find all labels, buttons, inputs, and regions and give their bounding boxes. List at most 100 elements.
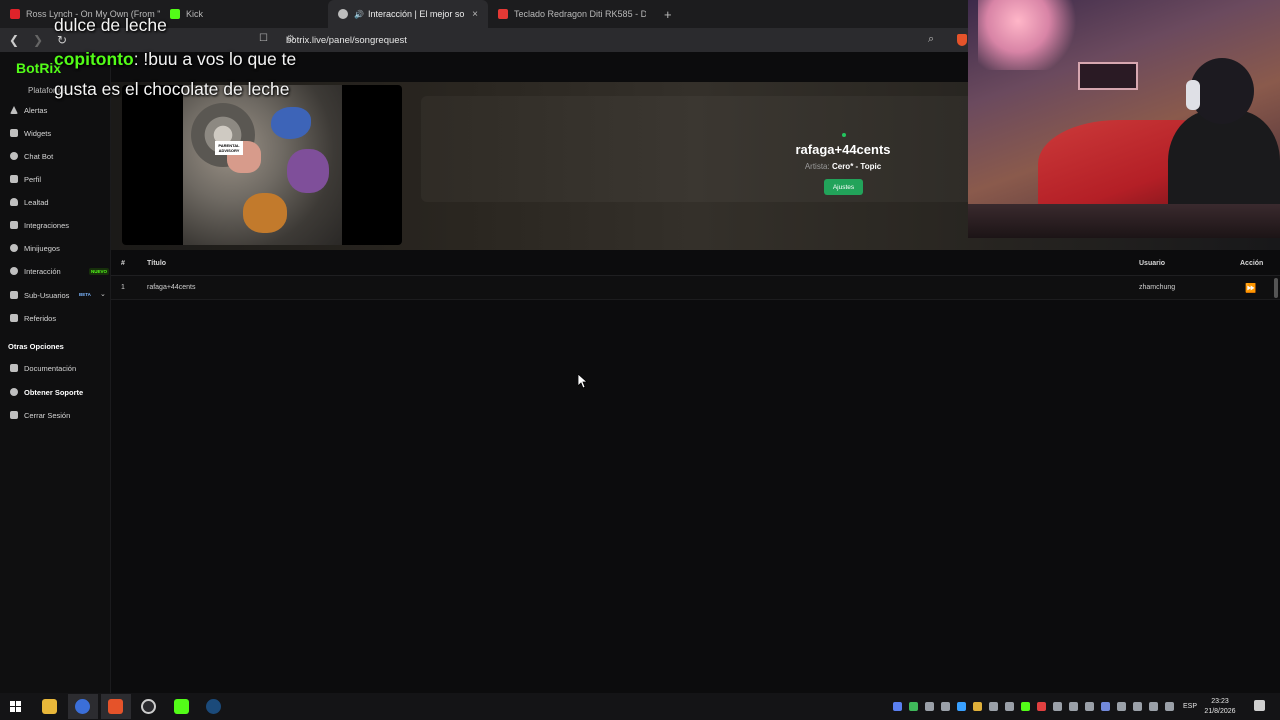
tray-app-icon[interactable] — [989, 702, 998, 711]
chat-text: gusta es el chocolate de leche — [54, 79, 290, 99]
parental-advisory-label: PARENTAL ADVISORY — [215, 141, 243, 155]
tray-app-icon[interactable] — [925, 702, 934, 711]
tray-app-icon[interactable] — [909, 702, 918, 711]
tray-app-icon[interactable] — [1085, 702, 1094, 711]
discord-icon[interactable] — [1101, 702, 1110, 711]
notifications-icon[interactable] — [1254, 700, 1265, 711]
webcam-overlay — [968, 0, 1280, 238]
sidebar-item-integraciones[interactable]: Integraciones — [0, 215, 111, 235]
tray-app-icon[interactable] — [941, 702, 950, 711]
sidebar-item-label: Integraciones — [24, 220, 70, 230]
kick-app-icon[interactable] — [174, 699, 189, 714]
artist-name: Cero* - Topic — [831, 162, 882, 171]
sidebar-item-cerrar-sesion[interactable]: Cerrar Sesión — [0, 405, 111, 425]
tray-app-icon[interactable] — [957, 702, 966, 711]
tray-app-icon[interactable] — [1021, 702, 1030, 711]
language-indicator[interactable]: ESP — [1183, 703, 1197, 710]
sidebar-item-label: Alertas — [24, 105, 48, 115]
sidebar-section-title: Otras Opciones — [8, 342, 64, 351]
sidebar-item-widgets[interactable]: Widgets — [0, 123, 111, 143]
tab-label: Teclado Redragon Diti RK585 - Diam... — [514, 9, 646, 19]
chevron-down-icon[interactable]: ⌄ — [100, 290, 106, 298]
brave-icon[interactable] — [108, 699, 123, 714]
col-user: Usuario — [1139, 260, 1166, 267]
col-index: # — [121, 260, 125, 267]
sidebar-item-label: Cerrar Sesión — [24, 410, 71, 420]
help-icon — [10, 388, 18, 396]
widgets-icon — [10, 129, 18, 137]
tray-app-icon[interactable] — [973, 702, 982, 711]
webcam-light — [978, 0, 1078, 70]
sidebar-item-label: Interacción — [24, 266, 61, 276]
bot-icon — [10, 152, 18, 160]
sidebar-item-lealtad[interactable]: Lealtad — [0, 192, 111, 212]
close-tab-icon[interactable]: × — [472, 9, 478, 20]
sidebar-item-label: Documentación — [24, 363, 77, 373]
row-index: 1 — [121, 284, 125, 291]
tray-app-icon[interactable] — [893, 702, 902, 711]
webcam-window — [1078, 62, 1138, 90]
forward-button[interactable]: ❯ — [28, 30, 48, 50]
file-explorer-icon[interactable] — [42, 699, 57, 714]
obs-icon[interactable] — [141, 699, 156, 714]
steam-icon[interactable] — [206, 699, 221, 714]
volume-icon[interactable] — [1165, 702, 1174, 711]
sidebar-item-label: Obtener Soporte — [24, 387, 84, 397]
skip-forward-icon[interactable]: ⏩ — [1244, 281, 1258, 295]
network-icon[interactable] — [1149, 702, 1158, 711]
cover-figure — [287, 149, 329, 193]
sidebar-item-label: Minijuegos — [24, 243, 60, 253]
col-title: Título — [147, 260, 167, 267]
scrollbar[interactable] — [1274, 278, 1278, 298]
music-note-icon — [10, 267, 18, 275]
tray-app-icon[interactable] — [1069, 702, 1078, 711]
cover-figure — [243, 193, 287, 233]
screen: Ross Lynch - On My Own (From "Te... Kick… — [0, 0, 1280, 720]
sidebar-item-label: Referidos — [24, 313, 57, 323]
table-row[interactable]: 1 rafaga+44cents zhamchung ⏩ — [111, 276, 1280, 300]
status-dot — [842, 133, 846, 137]
trophy-icon — [10, 198, 18, 206]
table-header: # Título Usuario Acción — [111, 252, 1280, 276]
chrome-icon[interactable] — [75, 699, 90, 714]
sidebar-item-sub-usuarios[interactable]: Sub-Usuarios BETA ⌄ — [0, 285, 111, 305]
new-badge: NUEVO — [89, 268, 110, 275]
webcam-desk — [968, 204, 1280, 238]
tray-app-icon[interactable] — [1037, 702, 1046, 711]
chat-username: copitonto — [54, 49, 134, 69]
alert-icon — [10, 106, 18, 114]
taskbar: ESP 23:23 21/8/2026 — [0, 693, 1280, 720]
chat-line: dulce de leche — [54, 10, 167, 40]
document-icon — [10, 364, 18, 372]
tray-app-icon[interactable] — [1053, 702, 1062, 711]
integrations-icon — [10, 221, 18, 229]
chat-text: : !buu a vos lo que te — [133, 49, 297, 69]
cover-figure — [271, 107, 311, 139]
tray-app-icon[interactable] — [1133, 702, 1142, 711]
back-button[interactable]: ❮ — [4, 30, 24, 50]
zoom-icon[interactable]: ⌕ — [928, 33, 934, 46]
sidebar-item-label: Chat Bot — [24, 151, 54, 161]
mouse-cursor-icon — [578, 374, 588, 389]
settings-button[interactable]: Ajustes — [824, 179, 863, 195]
sidebar-item-interaccion[interactable]: Interacción NUEVO — [0, 261, 111, 281]
song-title: rafaga+44cents — [795, 142, 891, 157]
logout-icon — [10, 411, 18, 419]
headset-icon — [1186, 80, 1200, 110]
brave-shield-icon[interactable] — [957, 34, 967, 46]
clock[interactable]: 23:23 21/8/2026 — [1203, 697, 1237, 717]
sidebar-item-chat-bot[interactable]: Chat Bot — [0, 146, 111, 166]
sidebar-item-soporte[interactable]: Obtener Soporte — [0, 382, 111, 402]
tab-teclado[interactable]: Teclado Redragon Diti RK585 - Diam... — [488, 0, 656, 28]
sidebar-item-referidos[interactable]: Referidos — [0, 308, 111, 328]
beta-badge: BETA — [79, 292, 91, 297]
windows-start-icon[interactable] — [10, 701, 21, 712]
sidebar-item-perfil[interactable]: Perfil — [0, 169, 111, 189]
artist-label: Artista: — [804, 162, 830, 171]
tray-app-icon[interactable] — [1005, 702, 1014, 711]
tray-app-icon[interactable] — [1117, 702, 1126, 711]
new-tab-button[interactable]: + — [664, 7, 672, 22]
sidebar-item-minijuegos[interactable]: Minijuegos — [0, 238, 111, 258]
sidebar-item-documentacion[interactable]: Documentación — [0, 358, 111, 378]
chat-text: dulce de leche — [54, 15, 167, 35]
